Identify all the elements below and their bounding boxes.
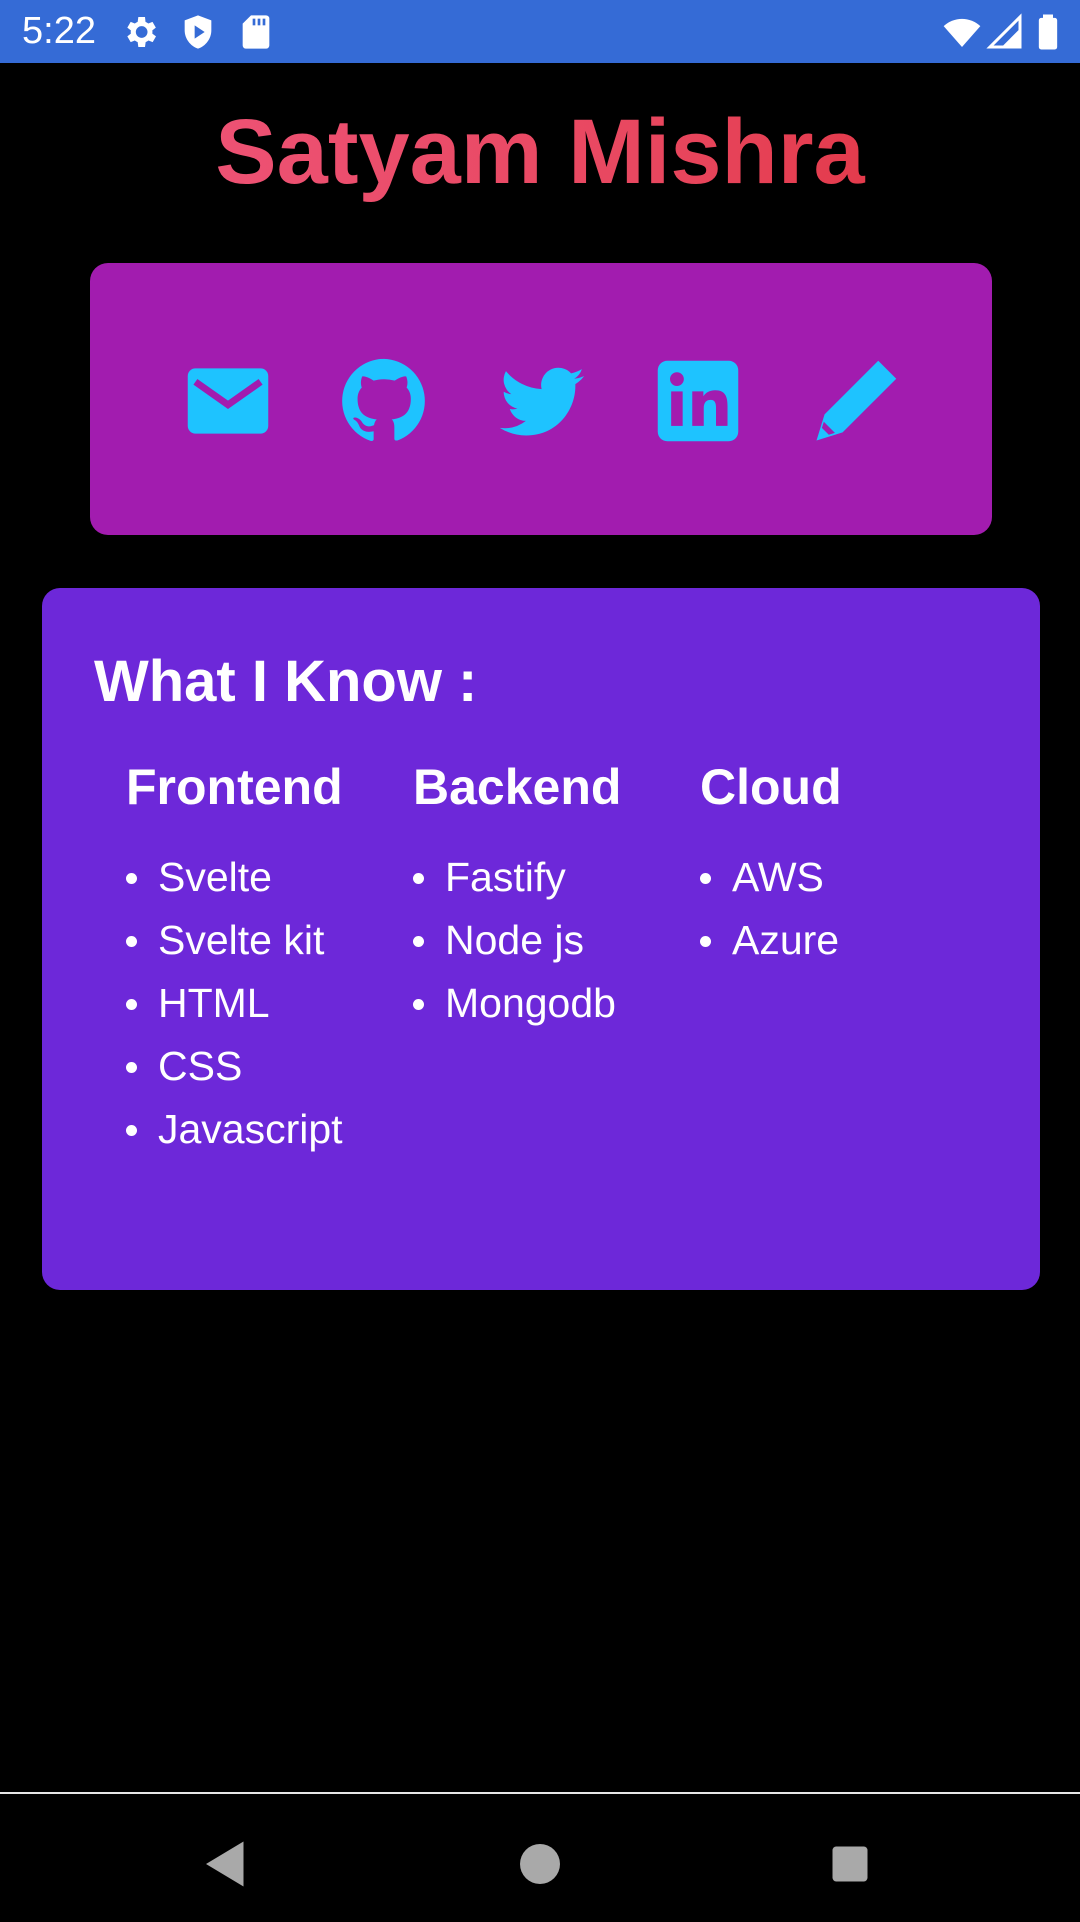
skills-card: What I Know : Frontend Svelte Svelte kit… bbox=[42, 588, 1040, 1290]
sd-card-icon bbox=[242, 15, 270, 49]
list-item: CSS bbox=[126, 1035, 343, 1098]
skill-column-backend: Backend Fastify Node js Mongodb bbox=[413, 758, 621, 1035]
skill-column-cloud: Cloud AWS Azure bbox=[700, 758, 842, 972]
home-icon[interactable] bbox=[510, 1834, 570, 1894]
list-item: Svelte bbox=[126, 846, 343, 909]
list-item: Svelte kit bbox=[126, 909, 343, 972]
navigation-bar bbox=[0, 1792, 1080, 1922]
skill-list: Fastify Node js Mongodb bbox=[413, 846, 621, 1035]
wifi-icon bbox=[943, 18, 981, 47]
cellular-signal-icon bbox=[986, 13, 1022, 49]
shield-play-icon bbox=[184, 15, 212, 49]
skills-heading: What I Know : bbox=[94, 649, 478, 714]
list-item: Mongodb bbox=[413, 972, 621, 1035]
column-title: Cloud bbox=[700, 759, 842, 815]
linkedin-icon[interactable] bbox=[652, 355, 744, 447]
status-bar: 5:22 bbox=[0, 0, 1080, 63]
back-icon[interactable] bbox=[196, 1834, 256, 1894]
pencil-icon[interactable] bbox=[810, 355, 902, 447]
list-item: Azure bbox=[700, 909, 842, 972]
status-time: 5:22 bbox=[22, 10, 96, 52]
twitter-icon[interactable] bbox=[496, 355, 588, 447]
page-title: Satyam Mishra bbox=[0, 100, 1080, 205]
list-item: Javascript bbox=[126, 1098, 343, 1161]
settings-icon bbox=[127, 17, 156, 47]
social-links-card bbox=[90, 263, 992, 535]
list-item: HTML bbox=[126, 972, 343, 1035]
skill-list: Svelte Svelte kit HTML CSS Javascript bbox=[126, 846, 343, 1161]
recents-icon[interactable] bbox=[820, 1834, 880, 1894]
list-item: AWS bbox=[700, 846, 842, 909]
list-item: Node js bbox=[413, 909, 621, 972]
skill-list: AWS Azure bbox=[700, 846, 842, 972]
column-title: Backend bbox=[413, 759, 622, 815]
email-icon[interactable] bbox=[182, 355, 274, 447]
battery-icon bbox=[1038, 14, 1058, 50]
github-icon[interactable] bbox=[338, 355, 430, 447]
skill-column-frontend: Frontend Svelte Svelte kit HTML CSS Java… bbox=[126, 758, 343, 1161]
column-title: Frontend bbox=[126, 759, 343, 815]
list-item: Fastify bbox=[413, 846, 621, 909]
